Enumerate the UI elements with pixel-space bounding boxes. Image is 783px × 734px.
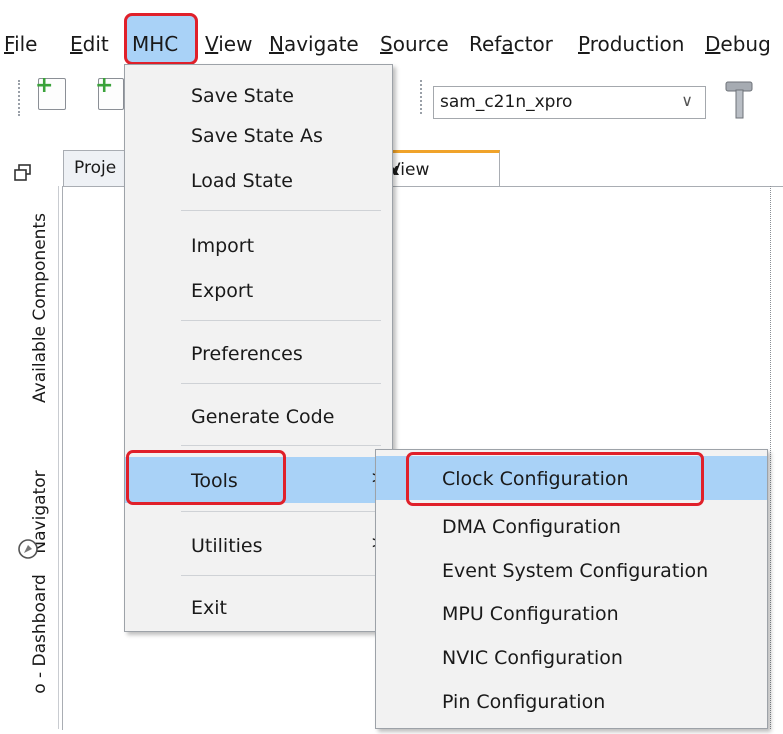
menu-refactor[interactable]: Refactor [469,31,553,57]
menu-separator [181,511,381,512]
menu-bar: File Edit MHC View Navigate Source Refac… [0,0,783,66]
submenu-item-pin-configuration[interactable]: Pin Configuration [376,681,767,721]
menu-mhc[interactable]: MHC [124,13,198,65]
hammer-build-icon[interactable] [723,80,757,128]
menu-navigate[interactable]: Navigate [269,31,359,57]
menu-item-exit[interactable]: Exit [125,587,392,627]
editor-margin-line [770,186,772,729]
configuration-value: sam_c21n_xpro [440,92,573,112]
toolbar-grip-2 [420,80,424,114]
menu-separator [181,445,381,446]
menu-item-import[interactable]: Import [125,225,392,265]
menu-file[interactable]: File [4,31,37,57]
chevron-down-icon[interactable]: ∨ [681,91,693,110]
mhc-menu: Save State Save State As Load State Impo… [124,64,393,632]
available-components-tab[interactable]: Available Components [30,208,50,408]
menu-view[interactable]: View [205,31,252,57]
submenu-item-dma-configuration[interactable]: DMA Configuration [376,506,767,546]
menu-item-save-state[interactable]: Save State [125,75,392,115]
menu-separator [181,575,381,576]
menu-separator [181,320,381,321]
menu-item-utilities[interactable]: Utilities > [125,525,392,565]
menu-item-save-state-as[interactable]: Save State As [125,115,392,155]
configuration-combo[interactable]: sam_c21n_xpro ∨ [433,86,706,119]
tab-view[interactable]: View x [378,150,500,186]
menu-production[interactable]: Production [578,31,684,57]
menu-item-load-state[interactable]: Load State [125,160,392,200]
submenu-item-nvic-configuration[interactable]: NVIC Configuration [376,637,767,677]
submenu-item-mpu-configuration[interactable]: MPU Configuration [376,593,767,633]
clock-configuration-callout [406,452,704,506]
dashboard-tab[interactable]: o - Dashboard [30,534,50,734]
menu-debug[interactable]: Debug [705,31,771,57]
menu-item-export[interactable]: Export [125,270,392,310]
close-icon[interactable]: x [389,160,489,179]
side-panel-strip: Available Components Navigator o - Dashb… [0,128,59,729]
new-file-icon[interactable]: + [35,73,66,110]
tools-callout [126,450,286,505]
submenu-item-event-system-configuration[interactable]: Event System Configuration [376,550,767,590]
new-project-icon[interactable]: + [95,73,124,110]
toolbar-grip[interactable] [18,80,26,116]
restore-window-icon[interactable] [14,164,32,187]
menu-edit[interactable]: Edit [70,31,109,57]
menu-separator [181,210,381,211]
menu-source[interactable]: Source [380,31,449,57]
menu-item-generate-code[interactable]: Generate Code [125,396,392,436]
tools-submenu: Clock Configuration DMA Configuration Ev… [375,449,768,729]
menu-item-preferences[interactable]: Preferences [125,333,392,373]
menu-separator [181,383,381,384]
